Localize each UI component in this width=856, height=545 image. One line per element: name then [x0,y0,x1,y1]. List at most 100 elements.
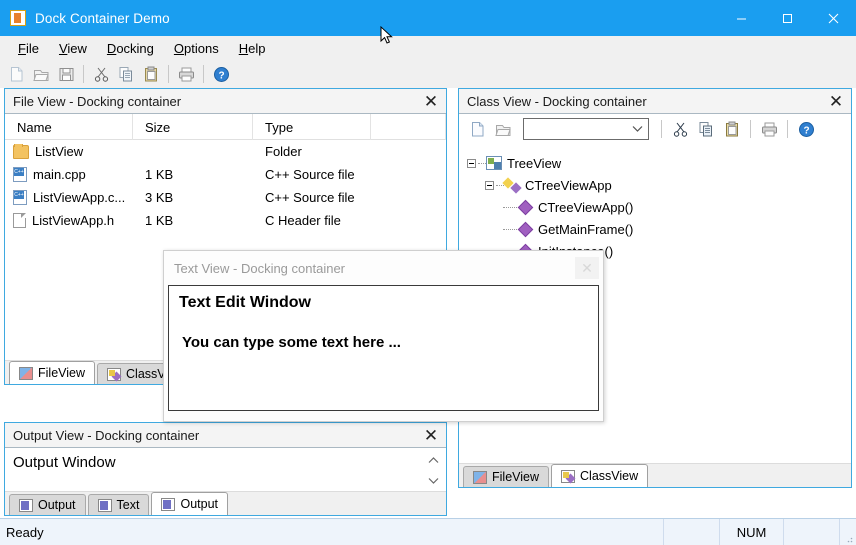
status-pane-3 [784,518,840,545]
file-size: 1 KB [145,213,174,228]
title-bar: Dock Container Demo [0,0,856,36]
maximize-button[interactable] [764,0,810,36]
toolbar-separator [83,65,84,83]
paste-icon[interactable] [720,117,744,141]
tree-node-method[interactable]: CTreeViewApp() [465,196,851,218]
output-scroll-spinner[interactable] [424,450,442,490]
tree-connector [478,162,486,164]
output-body: Output Window [5,448,446,494]
class-view-combo[interactable] [523,118,649,140]
toolbar-separator [750,120,751,138]
class-view-close-icon[interactable]: ✕ [825,91,847,111]
file-type: C Header file [265,213,341,228]
file-type: C++ Source file [265,167,355,182]
main-toolbar: ? [0,60,856,88]
open-icon[interactable] [491,117,515,141]
output-view-title: Output View - Docking container [13,427,200,443]
copy-icon[interactable] [114,62,138,86]
print-icon[interactable] [174,62,198,86]
text-view-caption: Text View - Docking container ✕ [164,251,603,285]
menu-help-label: elp [248,40,266,56]
tab-label: FileView [492,470,540,484]
table-row[interactable]: ListViewApp.h 1 KB C Header file [5,209,446,232]
class-view-title: Class View - Docking container [467,93,647,109]
tab-output-2[interactable]: Output [151,492,228,515]
folder-icon [13,144,29,159]
application-window: Dock Container Demo File View Docking Op… [0,0,856,545]
tree-node-label: CTreeViewApp() [538,199,634,215]
column-header-empty[interactable] [371,114,446,140]
tree-node-ctreeviewapp[interactable]: CTreeViewApp [465,174,851,196]
new-icon[interactable] [465,117,489,141]
output-view-close-icon[interactable]: ✕ [420,425,442,445]
file-view-close-icon[interactable]: ✕ [420,91,442,111]
tree-node-label: CTreeViewApp [525,177,612,193]
scroll-up-icon [428,456,438,463]
collapse-icon[interactable] [485,180,494,190]
output-icon [161,497,176,511]
tree-node-method[interactable]: GetMainFrame() [465,218,851,240]
text-line-1: Text Edit Window [179,294,311,311]
output-content: Output Window [13,454,116,471]
table-row[interactable]: ListViewApp.c... 3 KB C++ Source file [5,186,446,209]
file-type: Folder [265,144,302,159]
help-icon[interactable]: ? [794,117,818,141]
file-view-caption: File View - Docking container ✕ [5,89,446,114]
file-size: 3 KB [145,190,174,205]
table-row[interactable]: main.cpp 1 KB C++ Source file [5,163,446,186]
toolbar-separator [203,65,204,83]
window-controls [718,0,856,36]
menu-view-label: iew [67,40,87,56]
minimize-button[interactable] [718,0,764,36]
file-list-header: Name Size Type [5,114,446,140]
cpp-file-icon [13,190,27,205]
status-bar: Ready NUM [0,518,856,545]
tab-label: Output [38,498,76,512]
output-view-tabstrip: Output Text Output [5,491,446,515]
copy-icon[interactable] [694,117,718,141]
save-icon[interactable] [54,62,78,86]
column-header-type[interactable]: Type [253,114,371,140]
text-view-close-icon[interactable]: ✕ [575,257,599,279]
class-icon [504,178,520,192]
tree-node-treeview[interactable]: TreeView [465,152,851,174]
file-list: ListView Folder main.cpp 1 KB C++ Source… [5,140,446,232]
new-icon[interactable] [4,62,28,86]
class-view-toolbar: ? [459,114,851,144]
tree-node-label: TreeView [507,155,562,171]
tab-fileview[interactable]: FileView [463,466,550,487]
toolbar-separator [787,120,788,138]
menu-file[interactable]: File [8,39,49,58]
tree-connector [496,184,504,186]
cpp-file-icon [13,167,27,182]
column-header-name[interactable]: Name [5,114,133,140]
column-header-size[interactable]: Size [133,114,253,140]
cut-icon[interactable] [668,117,692,141]
fileview-icon [473,470,487,484]
menu-help[interactable]: Help [229,39,276,58]
paste-icon[interactable] [139,62,163,86]
collapse-icon[interactable] [467,158,476,168]
close-button[interactable] [810,0,856,36]
help-icon[interactable]: ? [209,62,233,86]
tree-node-label: GetMainFrame() [538,221,634,237]
print-icon[interactable] [757,117,781,141]
menu-options[interactable]: Options [164,39,229,58]
tree-connector [503,228,517,230]
tab-text[interactable]: Text [87,494,150,515]
tab-output-1[interactable]: Output [9,494,86,515]
text-edit-area[interactable]: Text Edit Window You can type some text … [168,285,599,411]
menu-docking[interactable]: Docking [97,39,164,58]
class-tree: TreeView CTreeViewApp CTreeViewApp() Get… [459,144,851,262]
menu-options-label: ptions [184,40,219,56]
table-row[interactable]: ListView Folder [5,140,446,163]
status-pane-1 [664,518,720,545]
class-view-tabstrip: FileView ClassView [459,463,851,487]
tab-fileview[interactable]: FileView [9,361,96,384]
tab-classview[interactable]: ClassView [551,464,649,487]
menu-view[interactable]: View [49,39,97,58]
svg-text:?: ? [803,125,809,136]
resize-grip-icon[interactable] [840,519,856,545]
cut-icon[interactable] [89,62,113,86]
open-icon[interactable] [29,62,53,86]
